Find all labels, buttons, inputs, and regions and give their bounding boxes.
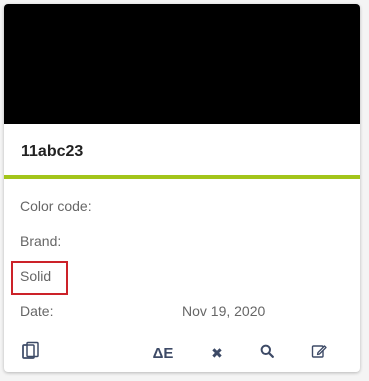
color-name-title: 11abc23 xyxy=(21,143,84,160)
delta-e-button[interactable]: ΔE xyxy=(148,340,178,366)
search-button[interactable] xyxy=(256,340,278,366)
remove-button[interactable]: ✖ xyxy=(206,340,228,366)
search-icon xyxy=(260,344,274,363)
edit-icon xyxy=(311,343,327,364)
brand-label: Brand: xyxy=(20,233,62,249)
date-label: Date: xyxy=(20,303,54,319)
color-card: 11abc23 Color code: Brand: Solid Date: N… xyxy=(4,4,360,372)
date-value: Nov 19, 2020 xyxy=(182,303,266,319)
accent-divider xyxy=(4,175,360,179)
color-swatch[interactable] xyxy=(4,4,360,124)
color-code-label: Color code: xyxy=(20,198,92,214)
card-actions: ΔE ✖ xyxy=(4,340,360,366)
edit-button[interactable] xyxy=(308,340,330,366)
copy-button[interactable] xyxy=(18,340,44,366)
copy-icon xyxy=(21,341,41,366)
annotation-highlight-box xyxy=(11,261,68,295)
